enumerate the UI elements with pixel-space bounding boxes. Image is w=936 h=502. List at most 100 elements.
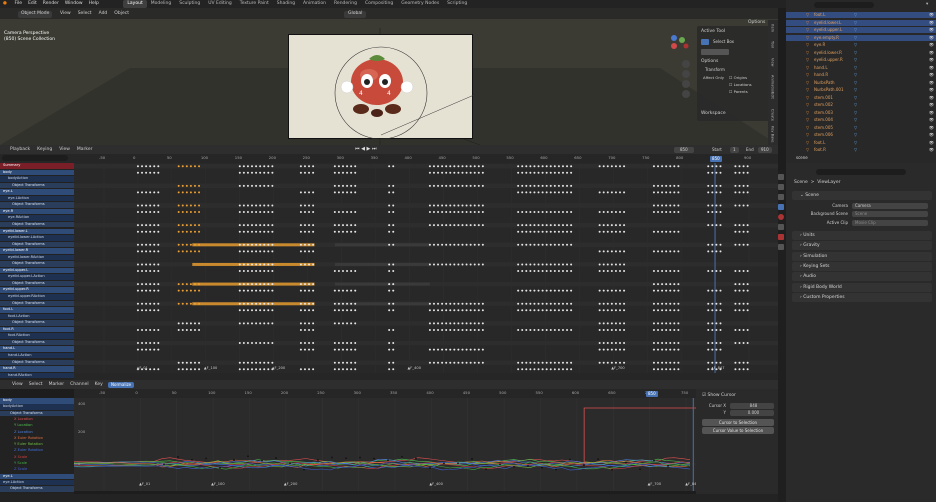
fcurve-keyframe[interactable] <box>387 459 389 462</box>
keyframe[interactable] <box>669 250 672 253</box>
keyframe[interactable] <box>333 270 336 272</box>
menu-window[interactable]: Window <box>62 0 86 8</box>
keyframe[interactable] <box>707 348 710 351</box>
keyframe[interactable] <box>388 361 391 364</box>
keyframe[interactable] <box>533 191 536 194</box>
keyframe[interactable] <box>742 302 745 305</box>
keyframe[interactable] <box>537 302 540 305</box>
keyframe[interactable] <box>465 263 468 266</box>
keyframe[interactable] <box>598 165 601 168</box>
keyframe[interactable] <box>346 171 349 174</box>
keyframe[interactable] <box>521 224 524 227</box>
keyframe[interactable] <box>312 211 315 214</box>
outliner-item[interactable]: ▽ stem.003 ▽ 👁 <box>786 110 936 116</box>
keyframe[interactable] <box>263 184 266 187</box>
keyframe[interactable] <box>517 165 520 168</box>
keyframe[interactable] <box>657 165 660 168</box>
keyframe[interactable] <box>271 211 274 214</box>
keyframe[interactable] <box>457 204 460 207</box>
keyframe[interactable] <box>677 361 680 364</box>
keyframe[interactable] <box>181 289 184 292</box>
keyframe[interactable] <box>598 309 601 312</box>
visibility-icon[interactable]: 👁 <box>929 110 934 116</box>
keyframe[interactable] <box>461 361 464 364</box>
keyframe[interactable] <box>469 243 472 246</box>
fcurve-keyframe[interactable] <box>471 457 473 460</box>
background-scene-field[interactable]: Scene <box>852 211 928 217</box>
keyframe[interactable] <box>521 328 524 331</box>
keyframe[interactable] <box>341 348 344 351</box>
graph-curves[interactable] <box>74 398 696 491</box>
keyframe[interactable] <box>533 171 536 174</box>
keyframe[interactable] <box>477 263 480 266</box>
keyframe[interactable] <box>461 211 464 214</box>
output-tab-icon[interactable] <box>778 194 784 200</box>
keyframe[interactable] <box>392 263 395 266</box>
keyframe[interactable] <box>449 263 452 266</box>
keyframe[interactable] <box>525 361 528 364</box>
keyframe[interactable] <box>652 348 655 351</box>
fcurve-keyframe[interactable] <box>289 462 291 465</box>
keyframe[interactable] <box>677 270 680 272</box>
keyframe[interactable] <box>157 328 160 331</box>
keyframe[interactable] <box>545 309 548 312</box>
keyframe[interactable] <box>255 184 258 187</box>
keyframe[interactable] <box>465 171 468 174</box>
keyframe[interactable] <box>473 171 476 174</box>
keyframe[interactable] <box>734 191 737 194</box>
keyframe[interactable] <box>185 302 188 305</box>
keyframe[interactable] <box>181 302 184 305</box>
keyframe[interactable] <box>537 328 540 331</box>
keyframe[interactable] <box>350 230 353 233</box>
keyframe[interactable] <box>623 230 626 233</box>
keyframe[interactable] <box>333 348 336 351</box>
keyframe[interactable] <box>181 184 184 187</box>
keyframe[interactable] <box>570 328 573 331</box>
keyframe[interactable] <box>185 204 188 207</box>
keyframe[interactable] <box>473 302 476 305</box>
keyframe[interactable] <box>738 171 741 174</box>
keyframe[interactable] <box>461 224 464 227</box>
keyframe[interactable] <box>598 191 601 194</box>
world-tab-icon[interactable] <box>778 214 784 220</box>
keyframe[interactable] <box>437 263 440 266</box>
keyframe[interactable] <box>541 224 544 227</box>
keyframe[interactable] <box>181 322 184 325</box>
playback-controls[interactable]: ⏮ ◀ ▶ ⏭ <box>355 146 376 152</box>
dopesheet-channels[interactable]: Summary body bodyAction Object Transforms ey… <box>0 163 74 380</box>
keyframe[interactable] <box>341 302 344 305</box>
keyframe[interactable] <box>561 230 564 233</box>
keyframe[interactable] <box>746 270 749 272</box>
keyframe[interactable] <box>614 191 617 194</box>
n-panel-tab-item[interactable]: Item <box>770 24 775 32</box>
keyframe[interactable] <box>299 302 302 305</box>
keyframe[interactable] <box>432 322 435 325</box>
keyframe[interactable] <box>185 184 188 187</box>
keyframe[interactable] <box>350 342 353 345</box>
keyframe[interactable] <box>517 302 520 305</box>
hold-bar[interactable] <box>192 302 315 306</box>
keyframe[interactable] <box>193 243 196 246</box>
keyframe[interactable] <box>738 204 741 207</box>
keyframe[interactable] <box>299 230 302 233</box>
keyframe[interactable] <box>602 322 605 325</box>
keyframe[interactable] <box>263 309 266 312</box>
workspace-tab-layout[interactable]: Layout <box>123 0 147 8</box>
keyframe[interactable] <box>145 289 148 292</box>
keyframe[interactable] <box>477 184 480 187</box>
keyframe[interactable] <box>545 211 548 214</box>
keyframe[interactable] <box>246 263 249 266</box>
outliner-item[interactable]: ▽ foot.L ▽ 👁 <box>786 12 936 18</box>
keyframe[interactable] <box>312 322 315 325</box>
keyframe[interactable] <box>711 289 714 292</box>
keyframe[interactable] <box>545 171 548 174</box>
keyframe[interactable] <box>742 165 745 168</box>
keyframe[interactable] <box>537 309 540 312</box>
keyframe[interactable] <box>145 191 148 194</box>
keyframe[interactable] <box>157 165 160 168</box>
keyframe[interactable] <box>392 211 395 214</box>
keyframe[interactable] <box>153 191 156 194</box>
scene-collection-item[interactable]: scene <box>796 156 808 160</box>
keyframe[interactable] <box>428 204 431 207</box>
visibility-icon[interactable]: 👁 <box>929 65 934 71</box>
